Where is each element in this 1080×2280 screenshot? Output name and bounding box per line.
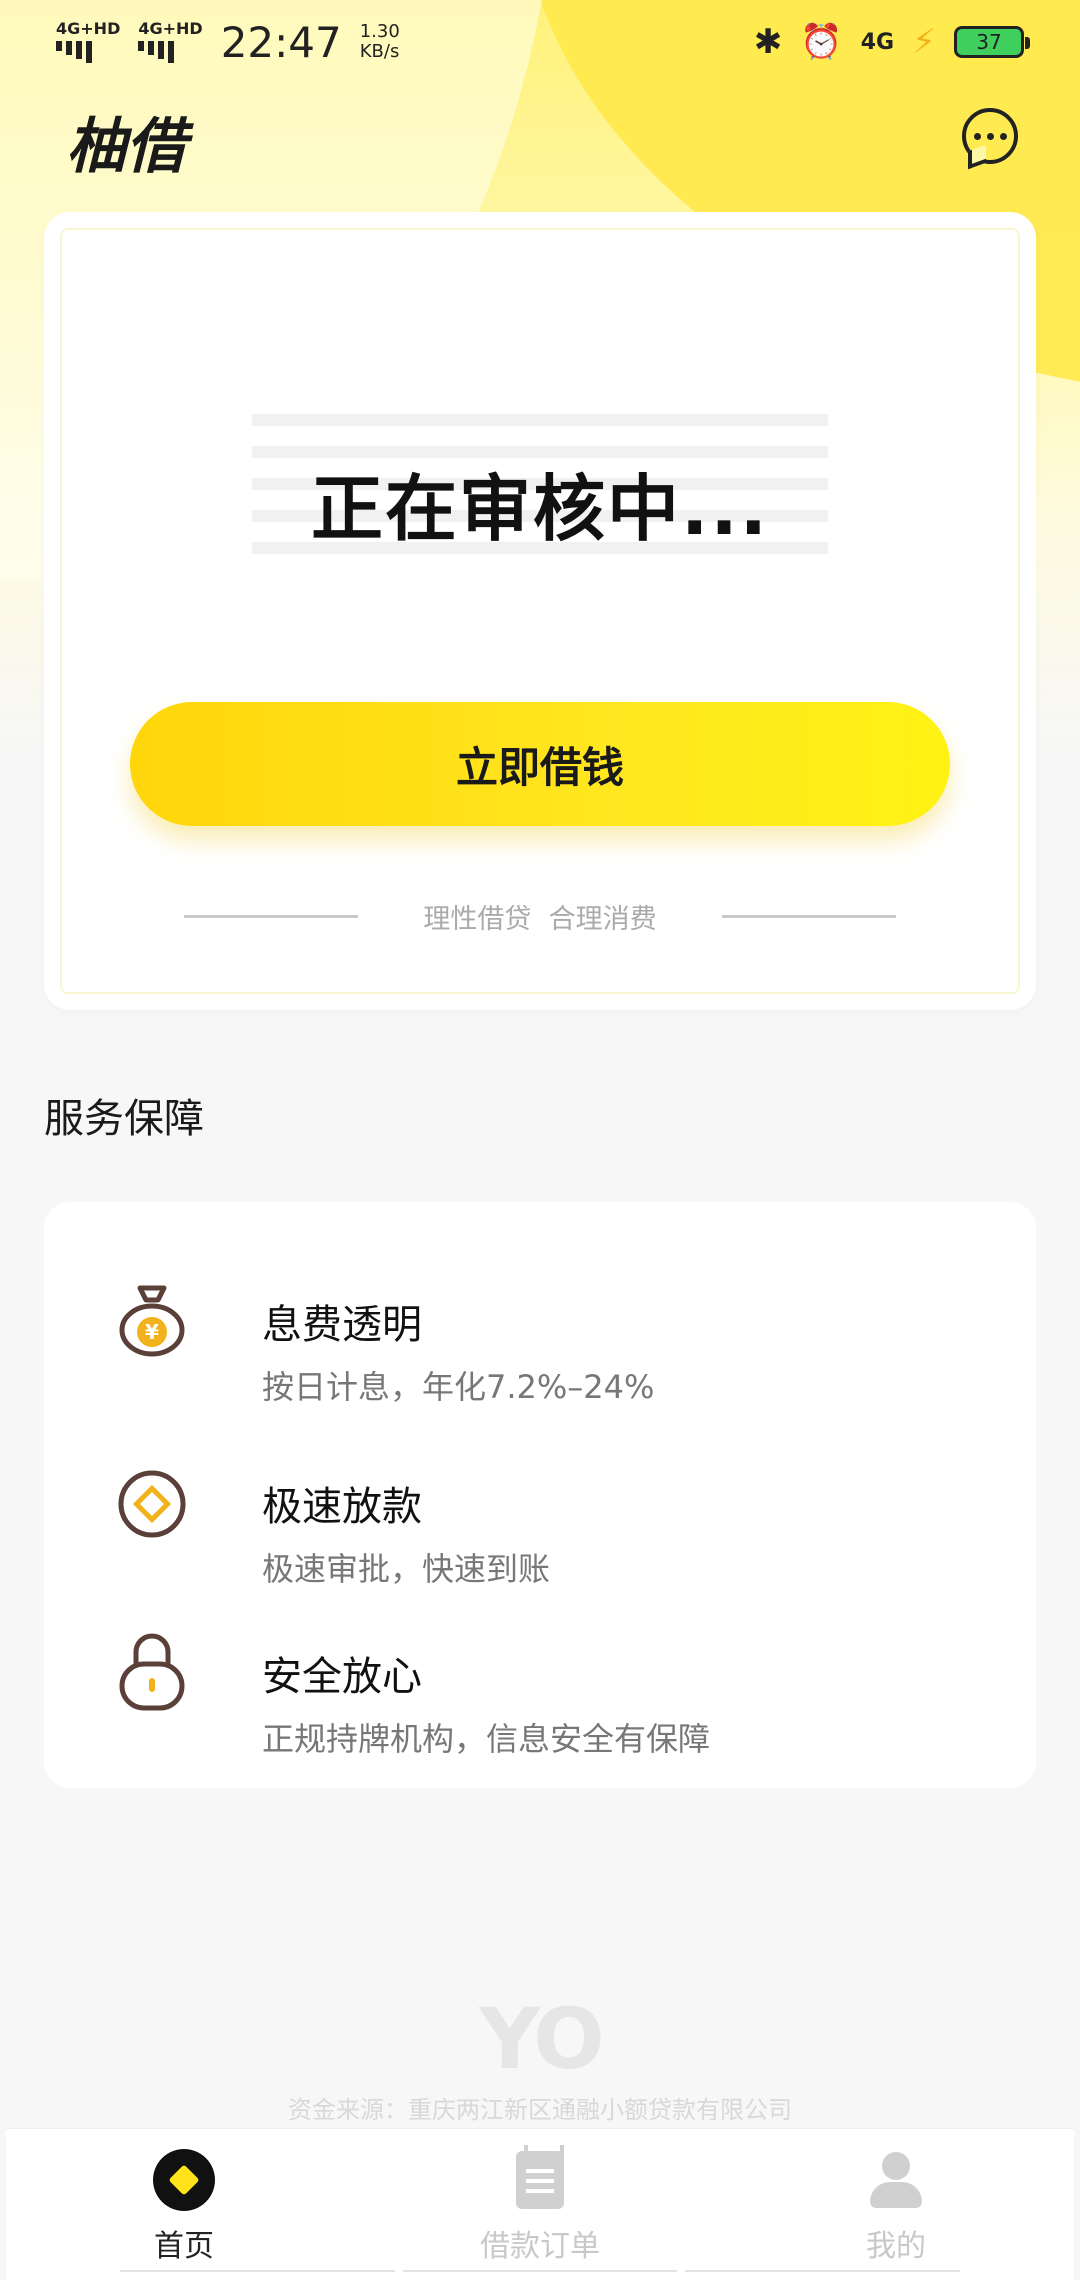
clipboard-icon xyxy=(516,2145,564,2209)
coin-icon xyxy=(118,1470,186,1538)
app-title: 柚借 xyxy=(66,112,186,182)
lock-icon xyxy=(119,1633,185,1711)
service-desc: 极速审批，快速到账 xyxy=(262,1550,551,1588)
bottom-tab-bar: 首页 借款订单 我的 xyxy=(6,2128,1074,2280)
signal-bars-icon xyxy=(138,41,175,63)
battery-icon: 37 xyxy=(954,26,1030,58)
service-title: 极速放款 xyxy=(262,1484,422,1530)
service-item-security: 安全放心 正规持牌机构，信息安全有保障 xyxy=(44,1594,1036,1758)
message-button[interactable] xyxy=(962,108,1018,164)
divider-right xyxy=(721,914,896,918)
status-bar: 4G+HD 4G+HD 22:47 1.30 KB/s ✱ ⏰ 4G ⚡ 37 xyxy=(0,0,1080,84)
brand-logo: YO xyxy=(479,1990,604,2088)
tab-loan-orders[interactable]: 借款订单 xyxy=(390,2129,690,2279)
bluetooth-icon: ✱ xyxy=(753,22,783,62)
charging-icon: ⚡ xyxy=(912,22,936,62)
home-icon xyxy=(153,2149,215,2211)
chat-bubble-icon xyxy=(973,132,981,140)
system-nav-indicator xyxy=(120,2270,961,2280)
user-icon xyxy=(868,2152,924,2208)
service-item-transparent-fees: ¥ 息费透明 按日计息，年化7.2%–24% xyxy=(44,1242,1036,1406)
network-speed: 1.30 KB/s xyxy=(359,21,400,62)
signal-sim2: 4G+HD xyxy=(138,21,203,63)
slogan: 理性借贷 合理消费 xyxy=(184,896,896,936)
service-title: 安全放心 xyxy=(262,1654,422,1700)
service-title: 息费透明 xyxy=(262,1302,422,1348)
battery-level: 37 xyxy=(976,30,1002,54)
tab-label: 借款订单 xyxy=(480,2229,600,2264)
tab-profile[interactable]: 我的 xyxy=(746,2129,1046,2279)
borrow-now-button[interactable]: 立即借钱 xyxy=(130,702,950,826)
page: 4G+HD 4G+HD 22:47 1.30 KB/s ✱ ⏰ 4G ⚡ 37 … xyxy=(0,0,1080,2280)
tab-home[interactable]: 首页 xyxy=(34,2129,334,2279)
service-item-fast-loan: 极速放款 极速审批，快速到账 xyxy=(44,1424,1036,1588)
signal-sim1: 4G+HD xyxy=(56,21,120,63)
section-title-services: 服务保障 xyxy=(44,1096,204,1142)
divider-left xyxy=(184,914,358,918)
clock: 22:47 xyxy=(220,17,342,67)
service-desc: 按日计息，年化7.2%–24% xyxy=(262,1368,655,1406)
tab-label: 首页 xyxy=(154,2229,214,2264)
alarm-icon: ⏰ xyxy=(800,22,843,62)
svg-text:¥: ¥ xyxy=(145,1320,159,1344)
tab-label: 我的 xyxy=(866,2229,926,2264)
money-bag-icon: ¥ xyxy=(119,1285,185,1357)
review-status-text: 正在审核中... xyxy=(310,467,770,551)
services-card: ¥ 息费透明 按日计息，年化7.2%–24% 极速放款 极速审批，快速到账 安全… xyxy=(44,1202,1036,1788)
service-desc: 正规持牌机构，信息安全有保障 xyxy=(262,1720,711,1758)
network-type: 4G xyxy=(860,29,895,55)
signal-bars-icon xyxy=(56,41,92,63)
slogan-text: 理性借贷 合理消费 xyxy=(423,903,657,935)
fund-source-text: 资金来源：重庆两江新区通融小额贷款有限公司 xyxy=(288,2096,792,2124)
loan-status-card xyxy=(44,212,1036,1010)
